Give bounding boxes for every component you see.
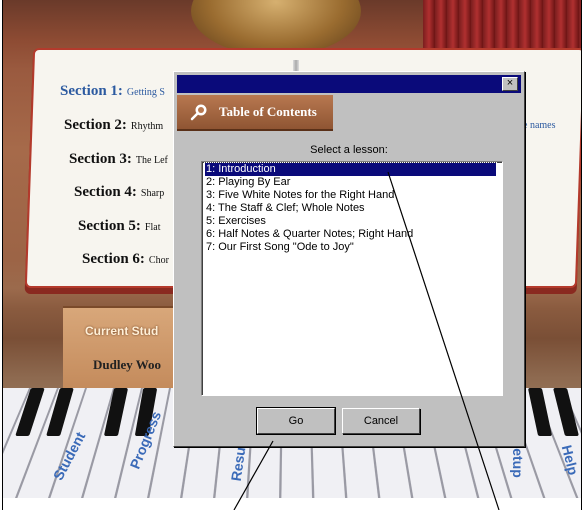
callout-line-selection <box>387 171 500 510</box>
callout-line-go <box>233 440 274 510</box>
callout-lines <box>233 171 500 510</box>
screenshot-frame: Section 1: Getting S Section 2: Rhythm Sec… <box>2 0 582 510</box>
